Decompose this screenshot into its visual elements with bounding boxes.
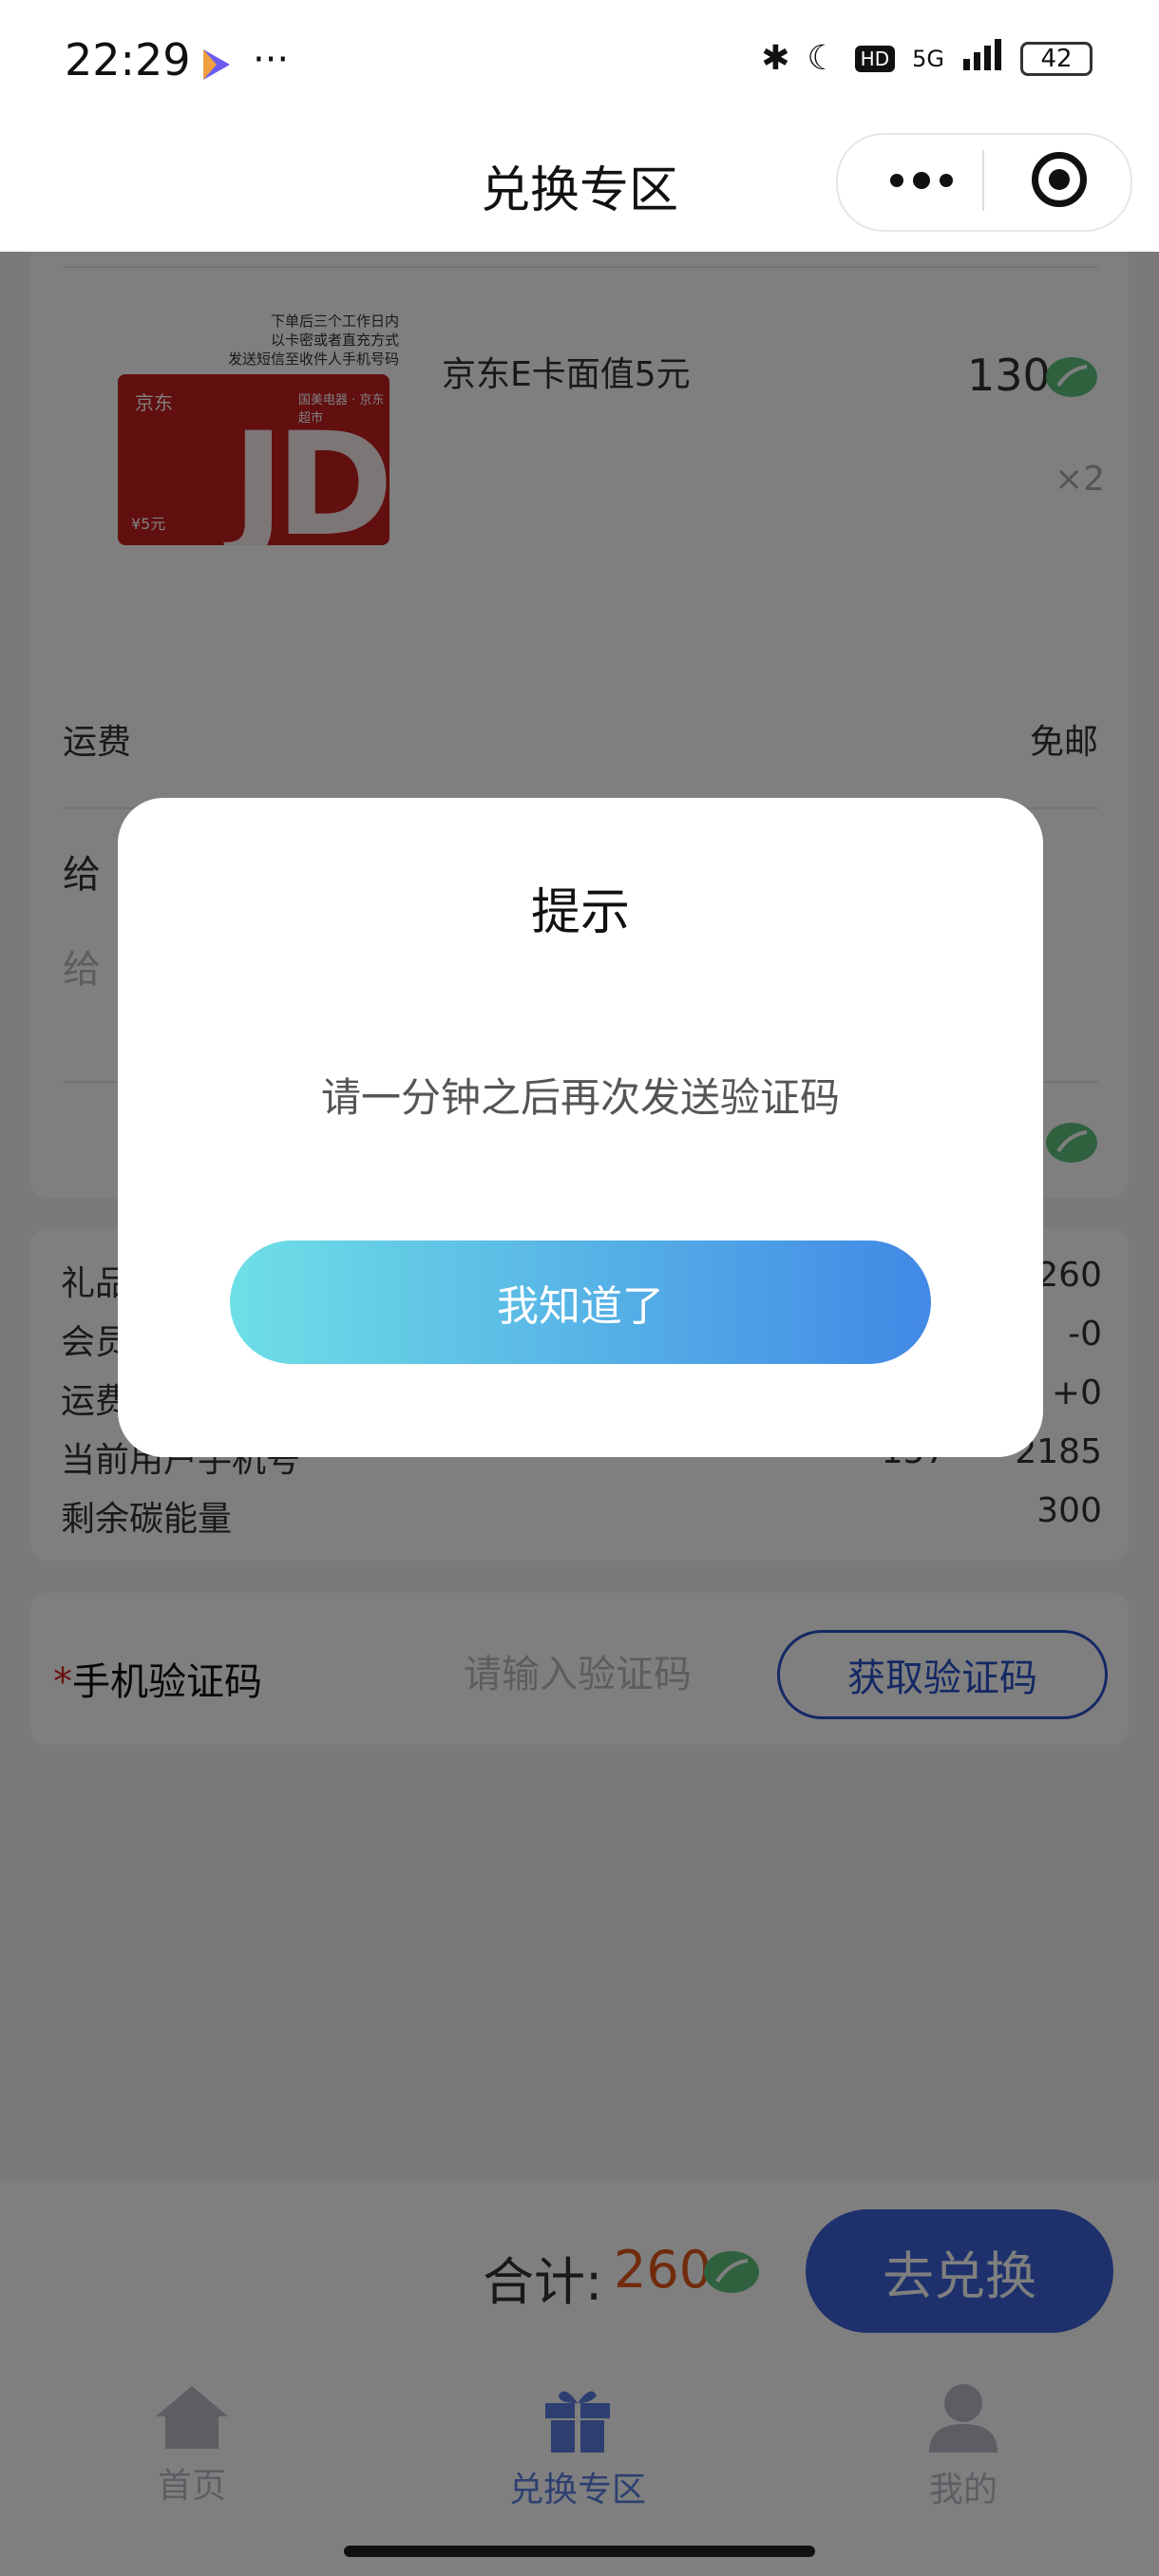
close-mini-program-icon[interactable] xyxy=(1032,152,1087,207)
more-menu-icon[interactable] xyxy=(874,152,969,209)
status-time: 22:29 xyxy=(65,34,191,85)
dialog-confirm-button[interactable]: 我知道了 xyxy=(230,1241,931,1364)
bluetooth-icon: ✱ xyxy=(761,39,790,78)
status-icons: ✱ ☾ HD 5G 42 xyxy=(761,38,1092,79)
battery-icon: 42 xyxy=(1020,41,1092,76)
signal-icon xyxy=(961,38,1003,79)
video-app-icon xyxy=(200,46,234,87)
dialog-title: 提示 xyxy=(530,884,630,941)
home-indicator[interactable] xyxy=(344,2546,815,2557)
moon-icon: ☾ xyxy=(807,39,838,78)
capsule-divider xyxy=(982,150,984,211)
more-notifications-icon: ··· xyxy=(253,38,290,82)
hd-icon: HD xyxy=(854,45,896,72)
dialog-message: 请一分钟之后再次发送验证码 xyxy=(320,1074,840,1121)
network-label: 5G xyxy=(912,45,944,72)
